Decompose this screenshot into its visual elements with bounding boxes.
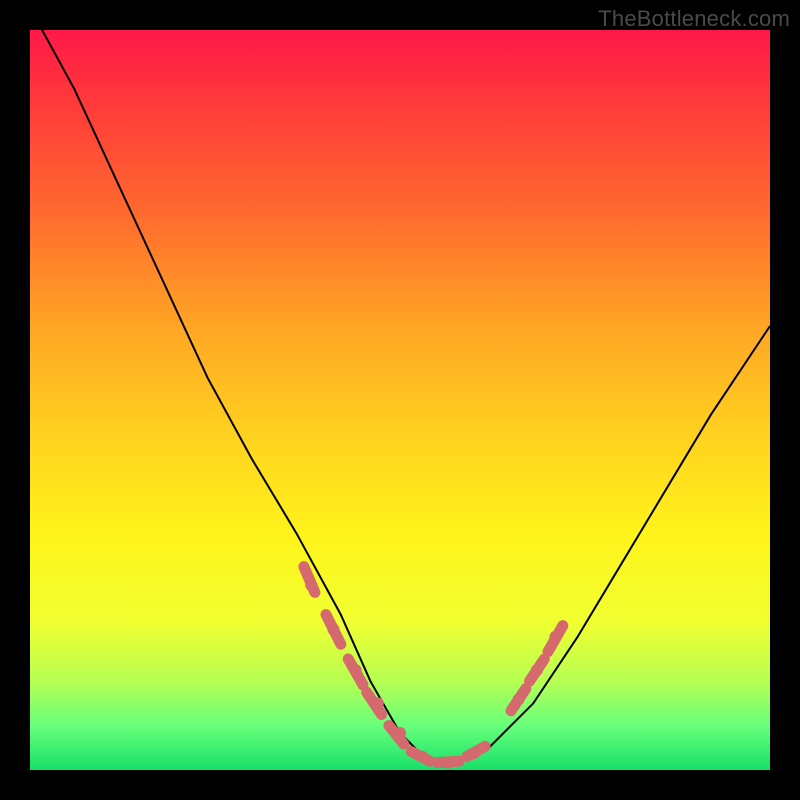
highlight-dot bbox=[394, 727, 406, 739]
highlight-dots bbox=[305, 579, 561, 769]
plot-area bbox=[30, 30, 770, 770]
highlight-dot bbox=[549, 631, 561, 643]
chart-svg bbox=[30, 30, 770, 770]
highlight-dot bbox=[372, 697, 384, 709]
highlight-dot bbox=[350, 664, 362, 676]
highlight-dot bbox=[305, 579, 317, 591]
highlight-segments bbox=[304, 567, 563, 763]
highlight-dot bbox=[531, 664, 543, 676]
bottleneck-curve bbox=[30, 30, 770, 763]
highlight-dot bbox=[442, 757, 454, 769]
highlight-dot bbox=[327, 623, 339, 635]
highlight-dot bbox=[468, 747, 480, 759]
highlight-dot bbox=[416, 751, 428, 763]
highlight-dot bbox=[512, 694, 524, 706]
attribution-text: TheBottleneck.com bbox=[598, 6, 790, 32]
chart-frame: TheBottleneck.com bbox=[0, 0, 800, 800]
